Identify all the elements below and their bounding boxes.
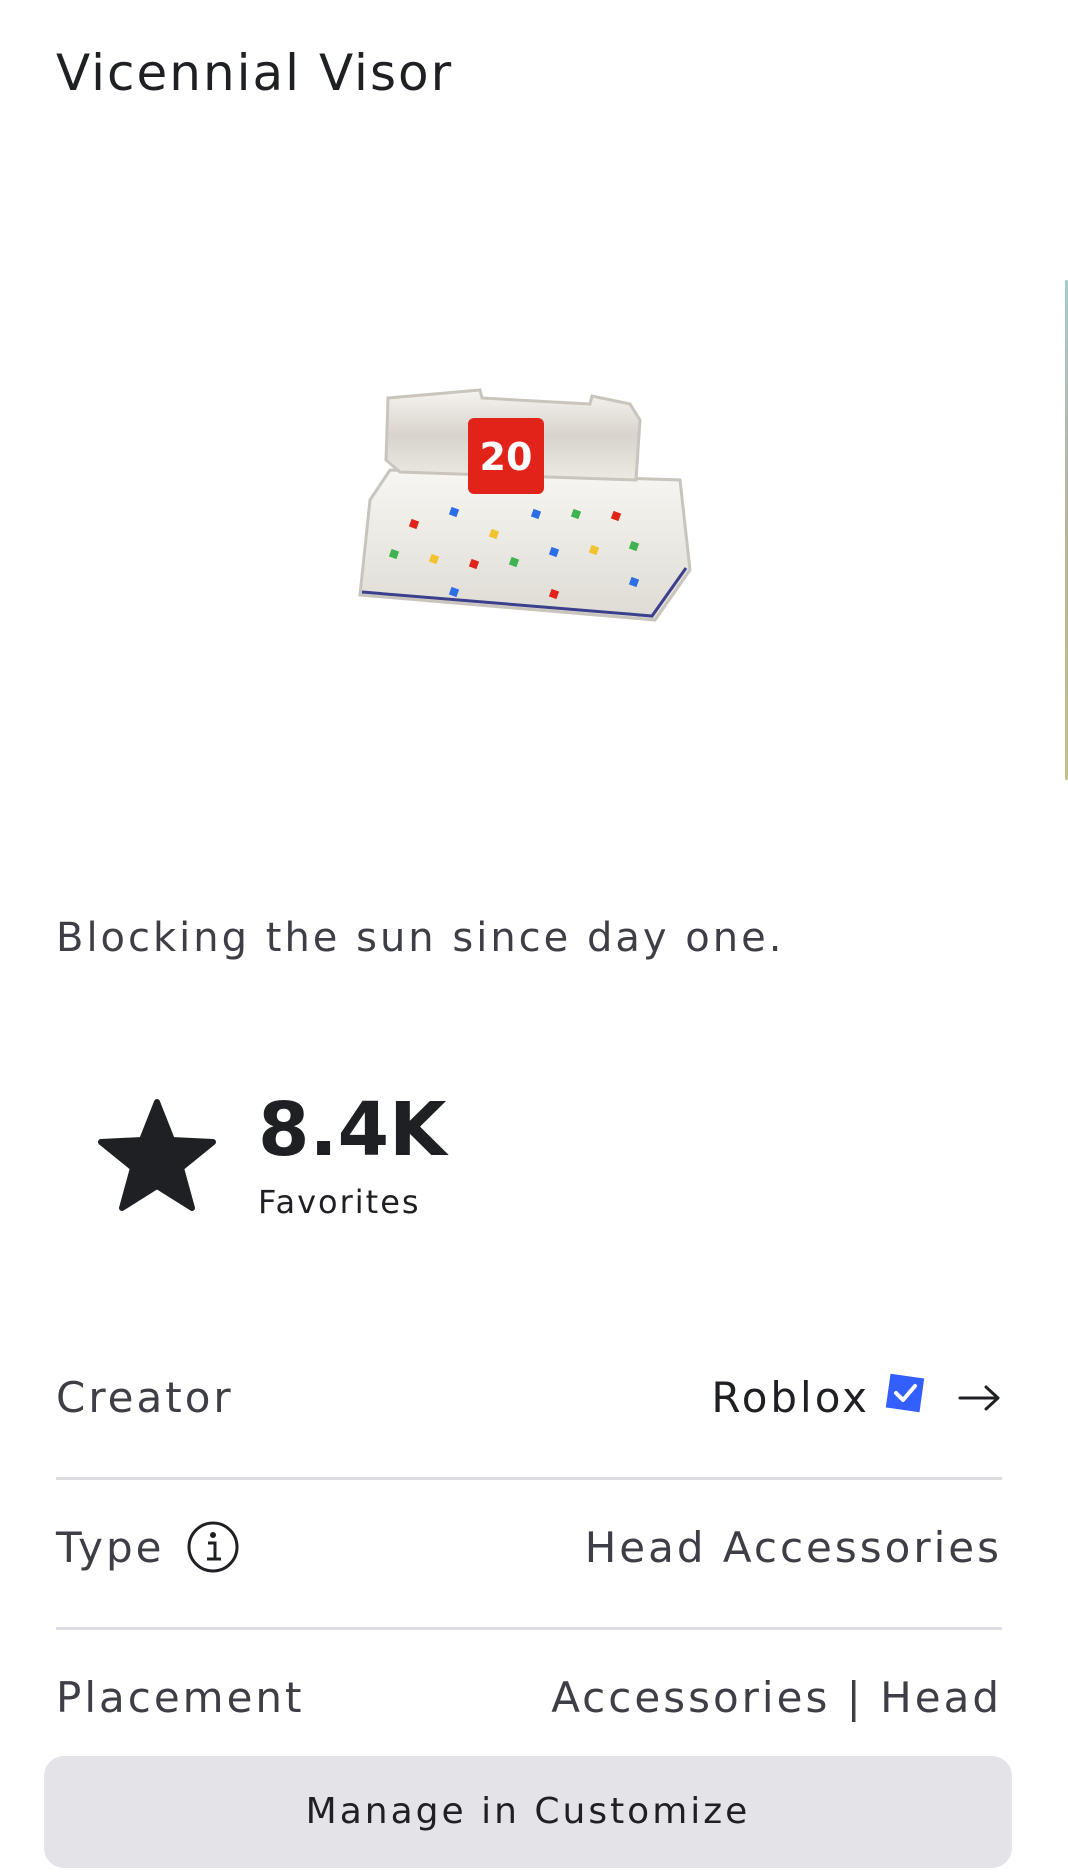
verified-badge-icon [885, 1373, 925, 1413]
type-value: Head Accessories [584, 1523, 1002, 1572]
placement-label: Placement [56, 1673, 305, 1722]
creator-name: Roblox [711, 1373, 870, 1422]
arrow-right-icon [958, 1385, 1000, 1411]
type-row: Type Head Accessories [56, 1480, 1002, 1630]
placement-value: Accessories | Head [551, 1673, 1002, 1722]
badge-text: 20 [480, 435, 533, 479]
star-icon[interactable] [96, 1098, 218, 1216]
favorites-count: 8.4K [258, 1087, 447, 1173]
favorites-label: Favorites [258, 1183, 421, 1221]
type-label: Type [56, 1523, 165, 1572]
creator-link[interactable]: Roblox [711, 1370, 1002, 1426]
info-icon[interactable] [186, 1520, 240, 1574]
favorites-section: 8.4K Favorites [96, 1090, 496, 1230]
creator-label: Creator [56, 1373, 234, 1422]
page-title: Vicennial Visor [56, 44, 454, 102]
item-description: Blocking the sun since day one. [56, 915, 785, 961]
manage-in-customize-button[interactable]: Manage in Customize [44, 1756, 1012, 1868]
visor-image: 20 [358, 388, 692, 622]
item-details: Creator Roblox Type Head Accessories Pla… [56, 1330, 1002, 1780]
creator-row[interactable]: Creator Roblox [56, 1330, 1002, 1480]
